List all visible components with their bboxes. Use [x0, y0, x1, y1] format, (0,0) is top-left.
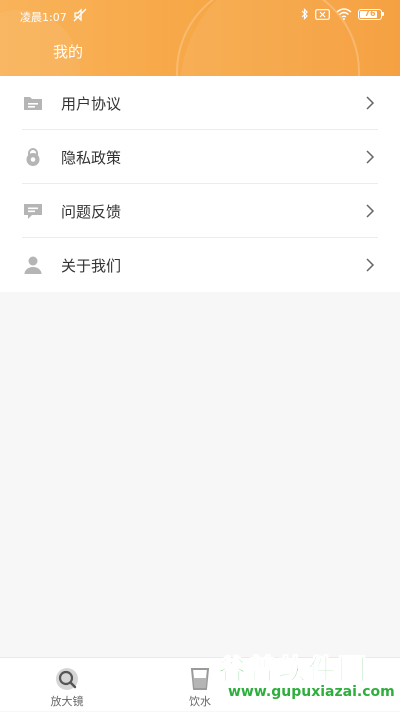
menu-item-about-us[interactable]: 关于我们 — [0, 238, 400, 292]
bluetooth-icon — [301, 8, 308, 20]
watermark-url: www.gupuxiazai.com — [228, 684, 395, 700]
mute-icon — [73, 8, 87, 22]
wifi-icon — [336, 8, 352, 20]
chevron-right-icon — [366, 258, 375, 272]
feedback-icon — [24, 204, 42, 219]
menu-item-label: 问题反馈 — [61, 202, 122, 221]
chevron-right-icon — [366, 204, 375, 218]
status-time: 凌晨1:07 — [20, 11, 67, 24]
person-icon — [24, 256, 42, 274]
menu-item-feedback[interactable]: 问题反馈 — [0, 184, 400, 238]
menu-item-label: 隐私政策 — [61, 148, 122, 167]
menu-item-user-agreement[interactable]: 用户协议 — [0, 76, 400, 130]
menu-item-privacy-policy[interactable]: 隐私政策 — [0, 130, 400, 184]
settings-menu: 用户协议 隐私政策 问题反馈 关于我们 — [0, 76, 400, 292]
page-title: 我的 — [53, 43, 84, 61]
lock-icon — [26, 148, 40, 166]
battery-level: 76 — [364, 8, 376, 18]
status-icons: 76 — [301, 8, 384, 20]
sim-no-signal-icon — [315, 8, 330, 20]
watermark: 谷普软件园 www.gupuxiazai.com — [217, 648, 398, 708]
tab-magnifier[interactable]: 放大镜 — [17, 658, 117, 712]
battery-icon: 76 — [358, 8, 384, 20]
folder-icon — [24, 97, 42, 110]
magnifier-icon — [56, 668, 78, 690]
chevron-right-icon — [366, 96, 375, 110]
menu-item-label: 关于我们 — [61, 256, 122, 275]
tab-label: 放大镜 — [50, 695, 84, 708]
chevron-right-icon — [366, 150, 375, 164]
menu-item-label: 用户协议 — [61, 94, 122, 113]
watermark-title: 谷普软件园 — [217, 653, 369, 687]
header: 凌晨1:07 76 我的 — [0, 0, 400, 76]
status-bar: 凌晨1:07 76 — [0, 0, 400, 30]
water-cup-icon — [190, 668, 210, 690]
